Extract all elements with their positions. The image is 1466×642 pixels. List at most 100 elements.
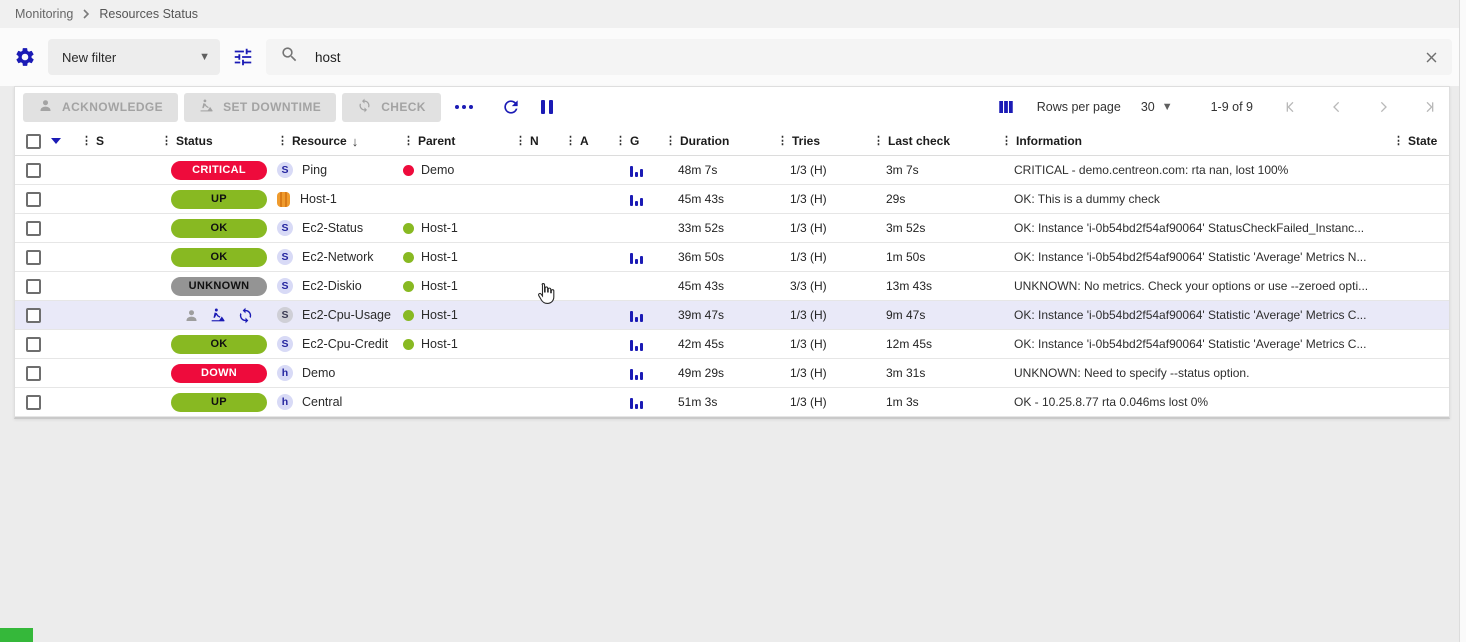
drag-handle-icon[interactable]: ⋮ bbox=[81, 136, 92, 147]
graph-icon[interactable] bbox=[630, 396, 643, 409]
table-row[interactable]: DOWNhDemo49m 29s1/3 (H)3m 31sUNKNOWN: Ne… bbox=[15, 359, 1449, 388]
status-chip[interactable]: UP bbox=[171, 393, 267, 412]
graph-icon[interactable] bbox=[630, 164, 643, 177]
graph-icon[interactable] bbox=[630, 251, 643, 264]
table-row[interactable]: UPHost-145m 43s1/3 (H)29sOK: This is a d… bbox=[15, 185, 1449, 214]
column-header-tries[interactable]: ⋮Tries bbox=[777, 134, 873, 148]
check-button[interactable]: CHECK bbox=[342, 93, 441, 122]
row-checkbox[interactable] bbox=[26, 250, 41, 265]
resource-name[interactable]: Ping bbox=[302, 163, 327, 177]
status-chip[interactable]: DOWN bbox=[171, 364, 267, 383]
resource-cell[interactable]: SEc2-Status bbox=[277, 214, 403, 242]
resource-name[interactable]: Ec2-Diskio bbox=[302, 279, 362, 293]
graph-icon[interactable] bbox=[630, 338, 643, 351]
filter-select[interactable]: New filter ▼ bbox=[48, 39, 220, 75]
graph-icon[interactable] bbox=[630, 367, 643, 380]
resource-cell[interactable]: Host-1 bbox=[277, 185, 403, 213]
status-chip[interactable]: UP bbox=[171, 190, 267, 209]
column-header-last-check[interactable]: ⋮Last check bbox=[873, 134, 1001, 148]
select-all-checkbox[interactable] bbox=[15, 134, 51, 149]
more-actions-button[interactable] bbox=[455, 105, 473, 109]
status-chip[interactable]: UNKNOWN bbox=[171, 277, 267, 296]
row-checkbox[interactable] bbox=[26, 395, 41, 410]
search-field[interactable] bbox=[266, 39, 1452, 75]
row-checkbox[interactable] bbox=[26, 279, 41, 294]
resource-name[interactable]: Demo bbox=[302, 366, 335, 380]
parent-name[interactable]: Host-1 bbox=[421, 308, 458, 322]
parent-name[interactable]: Demo bbox=[421, 163, 454, 177]
drag-handle-icon[interactable]: ⋮ bbox=[1001, 136, 1012, 147]
drag-handle-icon[interactable]: ⋮ bbox=[615, 136, 626, 147]
table-row[interactable]: OKSEc2-Cpu-CreditHost-142m 45s1/3 (H)12m… bbox=[15, 330, 1449, 359]
breadcrumb-item-resources-status[interactable]: Resources Status bbox=[99, 7, 198, 21]
row-checkbox[interactable] bbox=[26, 366, 41, 381]
first-page-button[interactable] bbox=[1283, 99, 1299, 115]
column-header-severity[interactable]: ⋮S bbox=[81, 134, 161, 148]
table-row[interactable]: OKSEc2-StatusHost-133m 52s1/3 (H)3m 52sO… bbox=[15, 214, 1449, 243]
table-row[interactable]: UNKNOWNSEc2-DiskioHost-145m 43s3/3 (H)13… bbox=[15, 272, 1449, 301]
graph-icon[interactable] bbox=[630, 193, 643, 206]
parent-name[interactable]: Host-1 bbox=[421, 279, 458, 293]
resource-cell[interactable]: hCentral bbox=[277, 388, 403, 416]
column-header-action[interactable]: ⋮A bbox=[565, 134, 615, 148]
last-page-button[interactable] bbox=[1421, 99, 1437, 115]
row-checkbox[interactable] bbox=[26, 308, 41, 323]
column-header-graph[interactable]: ⋮G bbox=[615, 134, 665, 148]
resource-cell[interactable]: SEc2-Network bbox=[277, 243, 403, 271]
selection-menu-button[interactable] bbox=[51, 138, 81, 144]
parent-name[interactable]: Host-1 bbox=[421, 250, 458, 264]
table-row[interactable]: CRITICALSPingDemo48m 7s1/3 (H)3m 7sCRITI… bbox=[15, 156, 1449, 185]
drag-handle-icon[interactable]: ⋮ bbox=[515, 136, 526, 147]
pause-icon[interactable] bbox=[539, 98, 555, 116]
resource-name[interactable]: Ec2-Status bbox=[302, 221, 363, 235]
view-columns-icon[interactable] bbox=[997, 98, 1015, 116]
resource-cell[interactable]: SPing bbox=[277, 156, 403, 184]
parent-name[interactable]: Host-1 bbox=[421, 221, 458, 235]
drag-handle-icon[interactable]: ⋮ bbox=[873, 136, 884, 147]
column-header-notes[interactable]: ⋮N bbox=[515, 134, 565, 148]
settings-gear-icon[interactable] bbox=[14, 46, 36, 68]
status-chip[interactable]: CRITICAL bbox=[171, 161, 267, 180]
drag-handle-icon[interactable]: ⋮ bbox=[1393, 136, 1404, 147]
table-row[interactable]: SEc2-Cpu-UsageHost-139m 47s1/3 (H)9m 47s… bbox=[15, 301, 1449, 330]
next-page-button[interactable] bbox=[1375, 99, 1391, 115]
row-checkbox[interactable] bbox=[26, 163, 41, 178]
status-chip[interactable]: OK bbox=[171, 335, 267, 354]
resource-cell[interactable]: SEc2-Diskio bbox=[277, 272, 403, 300]
scrollbar[interactable] bbox=[1459, 0, 1466, 642]
drag-handle-icon[interactable]: ⋮ bbox=[565, 136, 576, 147]
status-chip[interactable]: OK bbox=[171, 219, 267, 238]
graph-icon[interactable] bbox=[630, 309, 643, 322]
parent-name[interactable]: Host-1 bbox=[421, 337, 458, 351]
row-checkbox[interactable] bbox=[26, 192, 41, 207]
resource-name[interactable]: Host-1 bbox=[300, 192, 337, 206]
drag-handle-icon[interactable]: ⋮ bbox=[161, 136, 172, 147]
resource-name[interactable]: Ec2-Network bbox=[302, 250, 374, 264]
column-header-state[interactable]: ⋮State bbox=[1393, 134, 1449, 148]
set-downtime-button[interactable]: SET DOWNTIME bbox=[184, 93, 336, 122]
resource-cell[interactable]: SEc2-Cpu-Usage bbox=[277, 301, 403, 329]
resource-cell[interactable]: SEc2-Cpu-Credit bbox=[277, 330, 403, 358]
previous-page-button[interactable] bbox=[1329, 99, 1345, 115]
row-checkbox[interactable] bbox=[26, 221, 41, 236]
drag-handle-icon[interactable]: ⋮ bbox=[777, 136, 788, 147]
downtime-worker-icon[interactable] bbox=[210, 307, 226, 323]
status-chip[interactable]: OK bbox=[171, 248, 267, 267]
table-row[interactable]: OKSEc2-NetworkHost-136m 50s1/3 (H)1m 50s… bbox=[15, 243, 1449, 272]
search-input[interactable] bbox=[315, 50, 1407, 65]
resource-cell[interactable]: hDemo bbox=[277, 359, 403, 387]
refresh-icon[interactable] bbox=[501, 97, 521, 117]
resource-name[interactable]: Ec2-Cpu-Credit bbox=[302, 337, 388, 351]
drag-handle-icon[interactable]: ⋮ bbox=[665, 136, 676, 147]
filter-tune-icon[interactable] bbox=[232, 46, 254, 68]
column-header-status[interactable]: ⋮Status bbox=[161, 134, 277, 148]
resource-name[interactable]: Ec2-Cpu-Usage bbox=[302, 308, 391, 322]
drag-handle-icon[interactable]: ⋮ bbox=[403, 136, 414, 147]
resource-name[interactable]: Central bbox=[302, 395, 342, 409]
column-header-duration[interactable]: ⋮Duration bbox=[665, 134, 777, 148]
acknowledge-button[interactable]: ACKNOWLEDGE bbox=[23, 93, 178, 122]
acknowledged-person-icon[interactable] bbox=[184, 308, 199, 323]
drag-handle-icon[interactable]: ⋮ bbox=[277, 136, 288, 147]
column-header-information[interactable]: ⋮Information bbox=[1001, 134, 1393, 148]
breadcrumb-item-monitoring[interactable]: Monitoring bbox=[15, 7, 73, 21]
